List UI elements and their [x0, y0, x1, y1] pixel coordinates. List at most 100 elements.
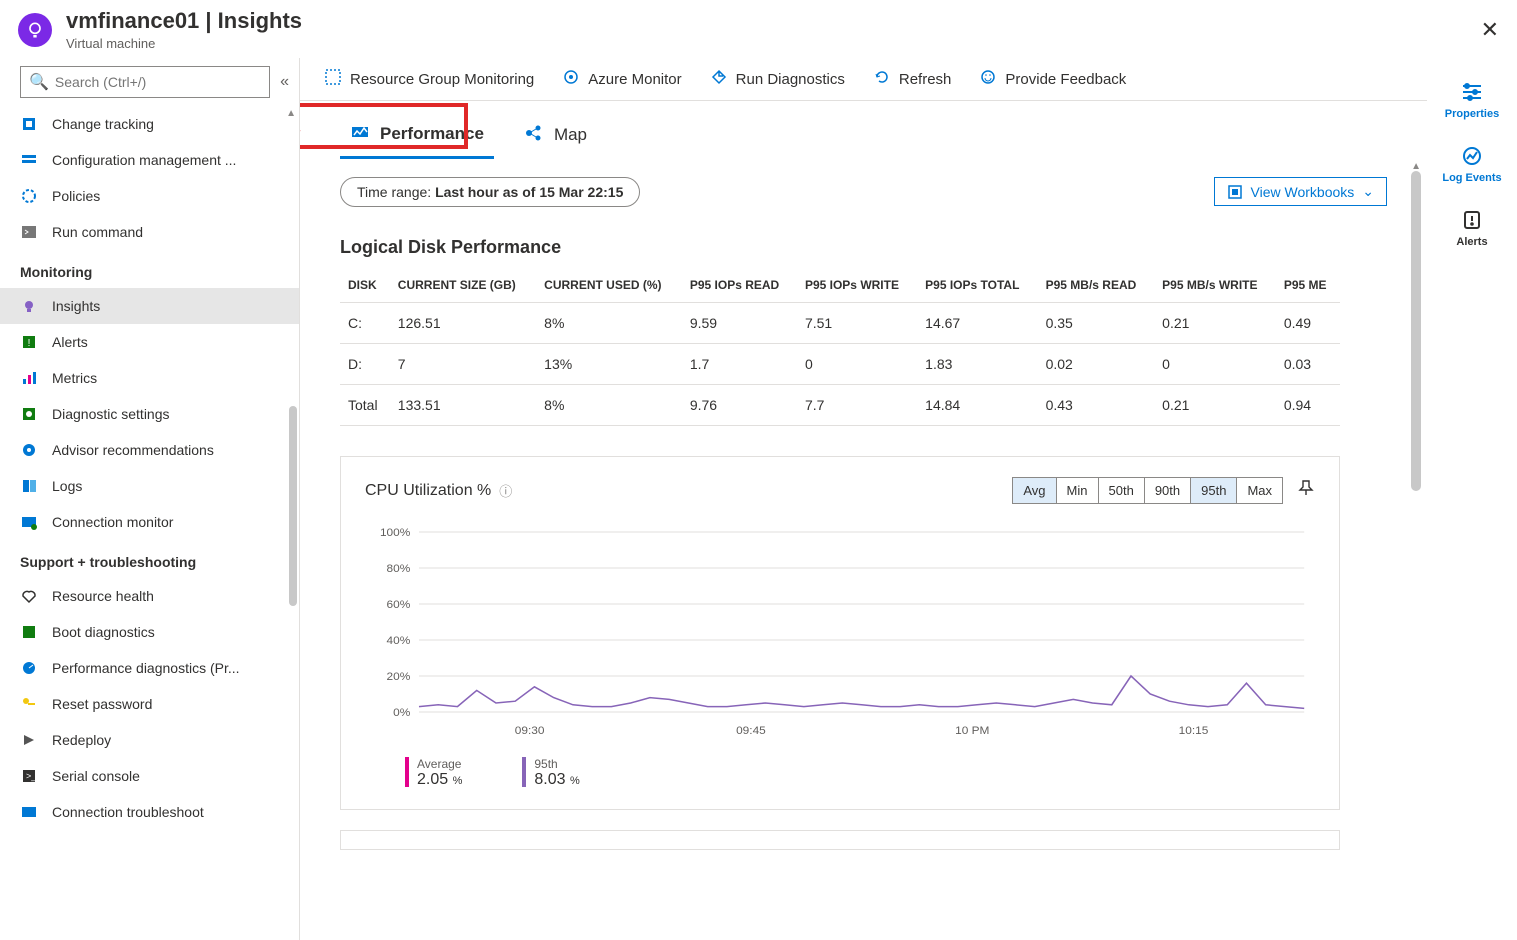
sidebar-item-conntrouble[interactable]: Connection troubleshoot: [0, 794, 299, 830]
scroll-up-arrow-icon[interactable]: ▲: [286, 108, 296, 119]
sidebar-item-runcmd[interactable]: Run command: [0, 214, 299, 250]
sidebar-item-diag[interactable]: Diagnostic settings: [0, 396, 299, 432]
table-cell: 14.84: [917, 385, 1037, 426]
seg-min[interactable]: Min: [1057, 478, 1099, 503]
table-cell: 0: [797, 344, 917, 385]
chart-title: CPU Utilization %: [365, 482, 491, 500]
rail-properties[interactable]: Properties: [1445, 80, 1499, 120]
sidebar: 🔍 « ▲ Change tracking Configuration manag…: [0, 58, 300, 940]
blade-header: vmfinance01 | Insights Virtual machine ✕: [0, 0, 1517, 57]
main-scrollbar[interactable]: [1411, 171, 1421, 491]
tab-performance-label: Performance: [380, 124, 484, 144]
table-cell: 133.51: [390, 385, 536, 426]
sidebar-item-label: Boot diagnostics: [52, 624, 155, 640]
rail-alerts[interactable]: Alerts: [1456, 208, 1487, 248]
table-header: CURRENT USED (%): [536, 268, 682, 303]
table-header: P95 MB/s READ: [1038, 268, 1155, 303]
diag-icon: [20, 405, 38, 423]
boot-icon: [20, 623, 38, 641]
sidebar-item-label: Reset password: [52, 696, 152, 712]
sidebar-item-connmon[interactable]: Connection monitor: [0, 504, 299, 540]
sidebar-item-health[interactable]: Resource health: [0, 578, 299, 614]
change-icon: [20, 115, 38, 133]
sidebar-item-perf[interactable]: Performance diagnostics (Pr...: [0, 650, 299, 686]
sidebar-item-insights[interactable]: Insights: [0, 288, 299, 324]
toolbar-azmon[interactable]: Azure Monitor: [562, 68, 681, 90]
tab-map-label: Map: [554, 125, 587, 145]
seg-50th[interactable]: 50th: [1099, 478, 1145, 503]
toolbar-feedback[interactable]: Provide Feedback: [979, 68, 1126, 90]
table-cell: 0.02: [1038, 344, 1155, 385]
advisor-icon: [20, 441, 38, 459]
tab-map[interactable]: Map: [514, 115, 597, 158]
toolbar-label: Refresh: [899, 71, 952, 88]
section-support: Support + troubleshooting: [0, 540, 299, 578]
sidebar-item-label: Policies: [52, 188, 100, 204]
runcmd-icon: [20, 223, 38, 241]
sidebar-item-alerts[interactable]: !Alerts: [0, 324, 299, 360]
table-cell: D:: [340, 344, 390, 385]
table-cell: 0.49: [1276, 303, 1340, 344]
collapse-sidebar-button[interactable]: «: [280, 73, 289, 91]
tab-performance[interactable]: Performance: [340, 113, 494, 159]
rail-log-events[interactable]: Log Events: [1442, 144, 1501, 184]
seg-90th[interactable]: 90th: [1145, 478, 1191, 503]
svg-text:0%: 0%: [393, 707, 410, 719]
svg-text:!: !: [28, 338, 31, 349]
search-input-wrap[interactable]: 🔍: [20, 66, 270, 98]
sidebar-item-label: Configuration management ...: [52, 152, 236, 168]
seg-avg[interactable]: Avg: [1013, 478, 1056, 503]
sidebar-item-advisor[interactable]: Advisor recommendations: [0, 432, 299, 468]
table-row: Total133.518%9.767.714.840.430.210.94: [340, 385, 1340, 426]
search-icon: 🔍: [29, 72, 49, 92]
table-cell: 1.7: [682, 344, 797, 385]
table-cell: 0.94: [1276, 385, 1340, 426]
sidebar-item-boot[interactable]: Boot diagnostics: [0, 614, 299, 650]
sidebar-item-label: Connection monitor: [52, 514, 173, 530]
sidebar-item-metrics[interactable]: Metrics: [0, 360, 299, 396]
time-range-pill[interactable]: Time range: Last hour as of 15 Mar 22:15: [340, 177, 640, 207]
svg-text:10 PM: 10 PM: [955, 725, 989, 737]
table-cell: 8%: [536, 303, 682, 344]
toolbar-rg[interactable]: Resource Group Monitoring: [324, 68, 534, 90]
table-cell: 0.21: [1154, 303, 1276, 344]
sidebar-item-policy[interactable]: Policies: [0, 178, 299, 214]
pin-button[interactable]: [1297, 479, 1315, 502]
sidebar-item-serial[interactable]: >_Serial console: [0, 758, 299, 794]
insights-brand-icon: [18, 13, 52, 47]
logs-icon: [20, 477, 38, 495]
close-button[interactable]: ✕: [1481, 17, 1499, 43]
seg-95th[interactable]: 95th: [1191, 478, 1237, 503]
sidebar-item-logs[interactable]: Logs: [0, 468, 299, 504]
rail-log-events-label: Log Events: [1442, 172, 1501, 184]
info-icon[interactable]: ⓘ: [499, 481, 512, 500]
aggregation-selector: AvgMin50th90th95thMax: [1012, 477, 1283, 504]
sidebar-item-label: Resource health: [52, 588, 154, 604]
seg-max[interactable]: Max: [1237, 478, 1282, 503]
sidebar-nav: ▲ Change tracking Configuration managemen…: [0, 106, 299, 940]
disk-performance-table: DISKCURRENT SIZE (GB)CURRENT USED (%)P95…: [340, 268, 1340, 426]
svg-text:100%: 100%: [380, 527, 410, 539]
toolbar-refresh[interactable]: Refresh: [873, 68, 952, 90]
sidebar-item-config[interactable]: Configuration management ...: [0, 142, 299, 178]
table-cell: 0.03: [1276, 344, 1340, 385]
sidebar-item-change[interactable]: Change tracking: [0, 106, 299, 142]
sidebar-scrollbar[interactable]: [289, 406, 297, 606]
main-pane: Resource Group Monitoring Azure Monitor Ru…: [300, 58, 1427, 940]
table-header: P95 IOPs TOTAL: [917, 268, 1037, 303]
table-row: C:126.518%9.597.5114.670.350.210.49: [340, 303, 1340, 344]
alerts-icon: !: [20, 333, 38, 351]
chevron-down-icon: ⌄: [1362, 183, 1374, 200]
table-row: D:713%1.701.830.0200.03: [340, 344, 1340, 385]
search-input[interactable]: [55, 74, 261, 90]
sidebar-item-key[interactable]: Reset password: [0, 686, 299, 722]
toolbar-label: Azure Monitor: [588, 71, 681, 88]
table-cell: 8%: [536, 385, 682, 426]
sidebar-item-redeploy[interactable]: Redeploy: [0, 722, 299, 758]
map-tab-icon: [524, 123, 544, 148]
svg-text:09:30: 09:30: [515, 725, 545, 737]
view-workbooks-button[interactable]: View Workbooks ⌄: [1214, 177, 1387, 206]
toolbar-rundiag[interactable]: Run Diagnostics: [710, 68, 845, 90]
section-monitoring: Monitoring: [0, 250, 299, 288]
table-cell: 9.59: [682, 303, 797, 344]
